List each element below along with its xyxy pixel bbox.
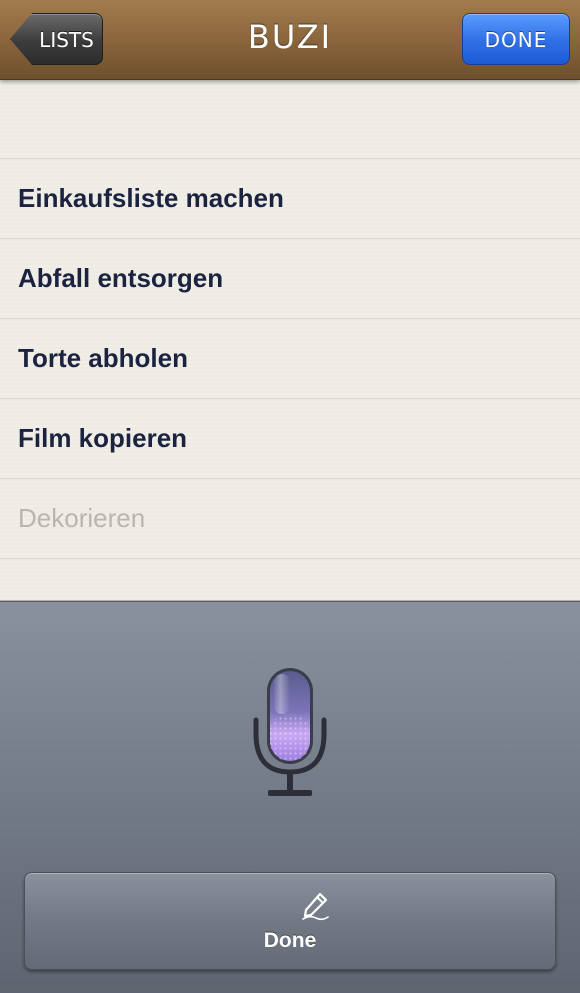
list-item-label: Torte abholen	[18, 343, 188, 373]
dictation-done-label: Done	[263, 929, 317, 952]
list-item[interactable]: Torte abholen	[0, 319, 580, 399]
list-item[interactable]: Einkaufsliste machen	[0, 159, 580, 239]
done-button[interactable]: DONE	[462, 13, 570, 65]
done-button-label: DONE	[484, 28, 548, 52]
list-item[interactable]: Film kopieren	[0, 399, 580, 479]
navigation-bar: LISTS BUZI DONE	[0, 0, 580, 80]
new-item-input[interactable]: Dekorieren	[0, 479, 580, 559]
dictation-panel: Done	[0, 601, 580, 993]
dictation-done-button[interactable]: Done	[24, 872, 556, 970]
list-item[interactable]: Abfall entsorgen	[0, 239, 580, 319]
list-item-label: Film kopieren	[18, 423, 188, 453]
pencil-icon	[302, 892, 329, 921]
list-item-label: Einkaufsliste machen	[18, 183, 284, 213]
list-item-label: Abfall entsorgen	[18, 263, 224, 293]
microphone-icon[interactable]	[248, 666, 332, 802]
list-row-blank	[0, 80, 580, 159]
todo-list: Einkaufsliste machen Abfall entsorgen To…	[0, 80, 580, 601]
new-item-placeholder: Dekorieren	[18, 503, 146, 533]
